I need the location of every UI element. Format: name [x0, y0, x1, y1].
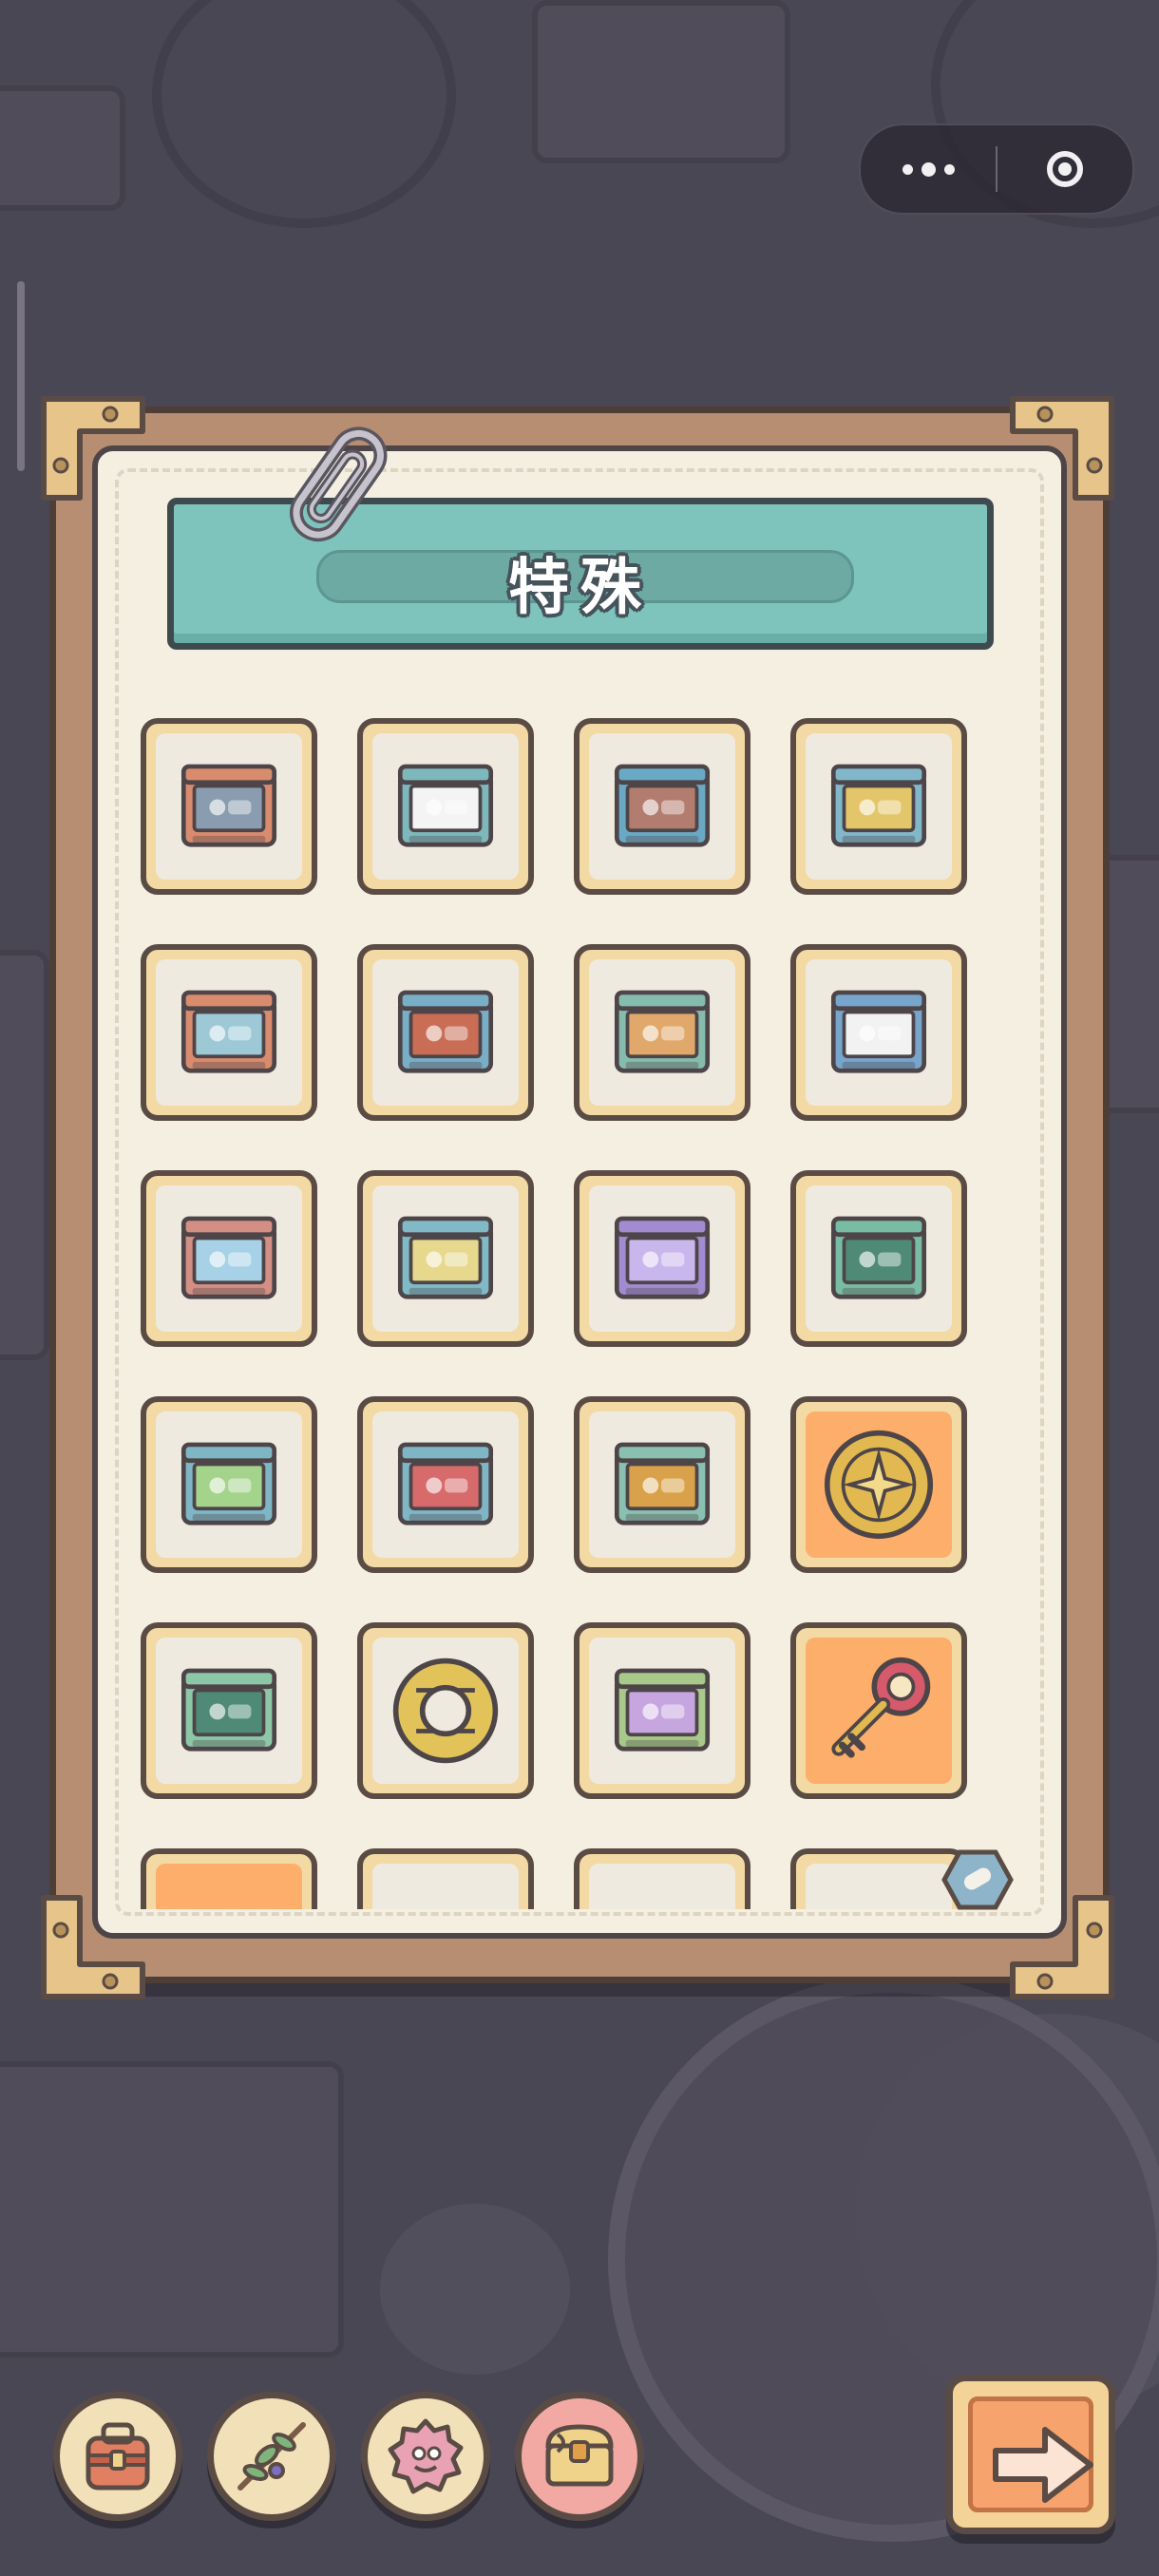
next-button-face — [968, 2396, 1093, 2512]
collection-slot[interactable] — [574, 718, 750, 895]
cartridge-ant-icon — [830, 990, 927, 1073]
collection-slot[interactable] — [790, 1170, 967, 1347]
more-dots-icon — [902, 161, 955, 177]
cartridge-eyes-icon — [180, 990, 277, 1073]
cartridge-maze-icon — [614, 764, 711, 847]
cartridge-fish-green-icon — [180, 1668, 277, 1752]
item-grid — [133, 676, 1026, 1909]
collection-slot[interactable] — [357, 1170, 534, 1347]
leaf-branch-button[interactable] — [207, 2392, 336, 2521]
leaf-branch-icon — [238, 2422, 306, 2491]
collection-slot[interactable] — [574, 1848, 750, 1909]
cartridge-mountain-icon — [180, 1216, 277, 1299]
collection-slot[interactable] — [790, 1622, 967, 1799]
cartridge-squares-icon — [180, 1442, 277, 1525]
arrow-right-icon — [993, 2427, 1093, 2503]
collection-slot[interactable] — [574, 1622, 750, 1799]
cartridge-snail-icon — [180, 764, 277, 847]
scroll-hint — [17, 281, 25, 471]
gear-badge-icon — [388, 2418, 464, 2494]
more-button[interactable] — [861, 125, 996, 213]
partial-item-red-icon — [580, 1854, 745, 1909]
collection-slot[interactable] — [574, 944, 750, 1121]
collection-slot[interactable] — [790, 944, 967, 1121]
cartridge-purple-icon — [614, 1216, 711, 1299]
hexagon-gem-icon — [941, 1849, 1014, 1910]
brass-corner-icon — [1010, 396, 1114, 501]
treasure-chest-icon — [545, 2424, 614, 2487]
collection-slot[interactable] — [141, 1848, 317, 1909]
collection-slot[interactable] — [141, 1396, 317, 1573]
collection-slot[interactable] — [357, 944, 534, 1121]
cartridge-fish-icon — [830, 1216, 927, 1299]
mini-program-capsule — [859, 123, 1134, 215]
cartridge-bricks-icon — [614, 1668, 711, 1752]
cartridge-cards-icon — [397, 764, 494, 847]
collection-slot[interactable] — [574, 1396, 750, 1573]
ornate-key-icon — [831, 1657, 931, 1758]
item-grid-viewport[interactable] — [133, 676, 1026, 1909]
collection-slot[interactable] — [141, 718, 317, 895]
cartridge-fruit-icon — [614, 1442, 711, 1525]
partial-item-tan-icon — [796, 1854, 961, 1909]
gold-coin-icon — [824, 1430, 934, 1540]
treasure-chest-button[interactable] — [515, 2392, 644, 2521]
partial-item-orange-icon — [146, 1854, 312, 1909]
cartridge-rabbit-icon — [397, 990, 494, 1073]
target-close-icon — [1047, 151, 1083, 187]
collection-slot[interactable] — [790, 1396, 967, 1573]
cartridge-heart-icon — [397, 1442, 494, 1525]
close-button[interactable] — [998, 125, 1132, 213]
collection-slot[interactable] — [357, 1622, 534, 1799]
partial-item-purple-icon — [363, 1854, 528, 1909]
paperclip-icon — [290, 426, 388, 542]
cartridge-ship-icon — [830, 764, 927, 847]
cartridge-rocket-icon — [614, 990, 711, 1073]
brass-corner-icon — [41, 396, 145, 501]
cartridge-blocks-icon — [397, 1216, 494, 1299]
collection-slot[interactable] — [574, 1170, 750, 1347]
gear-badge-button[interactable] — [361, 2392, 490, 2521]
collection-slot[interactable] — [790, 718, 967, 895]
collection-slot[interactable] — [141, 944, 317, 1121]
ancient-ring-icon — [392, 1657, 499, 1764]
next-page-button[interactable] — [946, 2375, 1115, 2534]
collection-slot[interactable] — [357, 1848, 534, 1909]
collection-slot[interactable] — [141, 1622, 317, 1799]
collection-slot[interactable] — [357, 718, 534, 895]
backpack-icon — [86, 2422, 150, 2491]
collection-slot[interactable] — [357, 1396, 534, 1573]
backpack-button[interactable] — [53, 2392, 182, 2521]
collection-slot[interactable] — [141, 1170, 317, 1347]
